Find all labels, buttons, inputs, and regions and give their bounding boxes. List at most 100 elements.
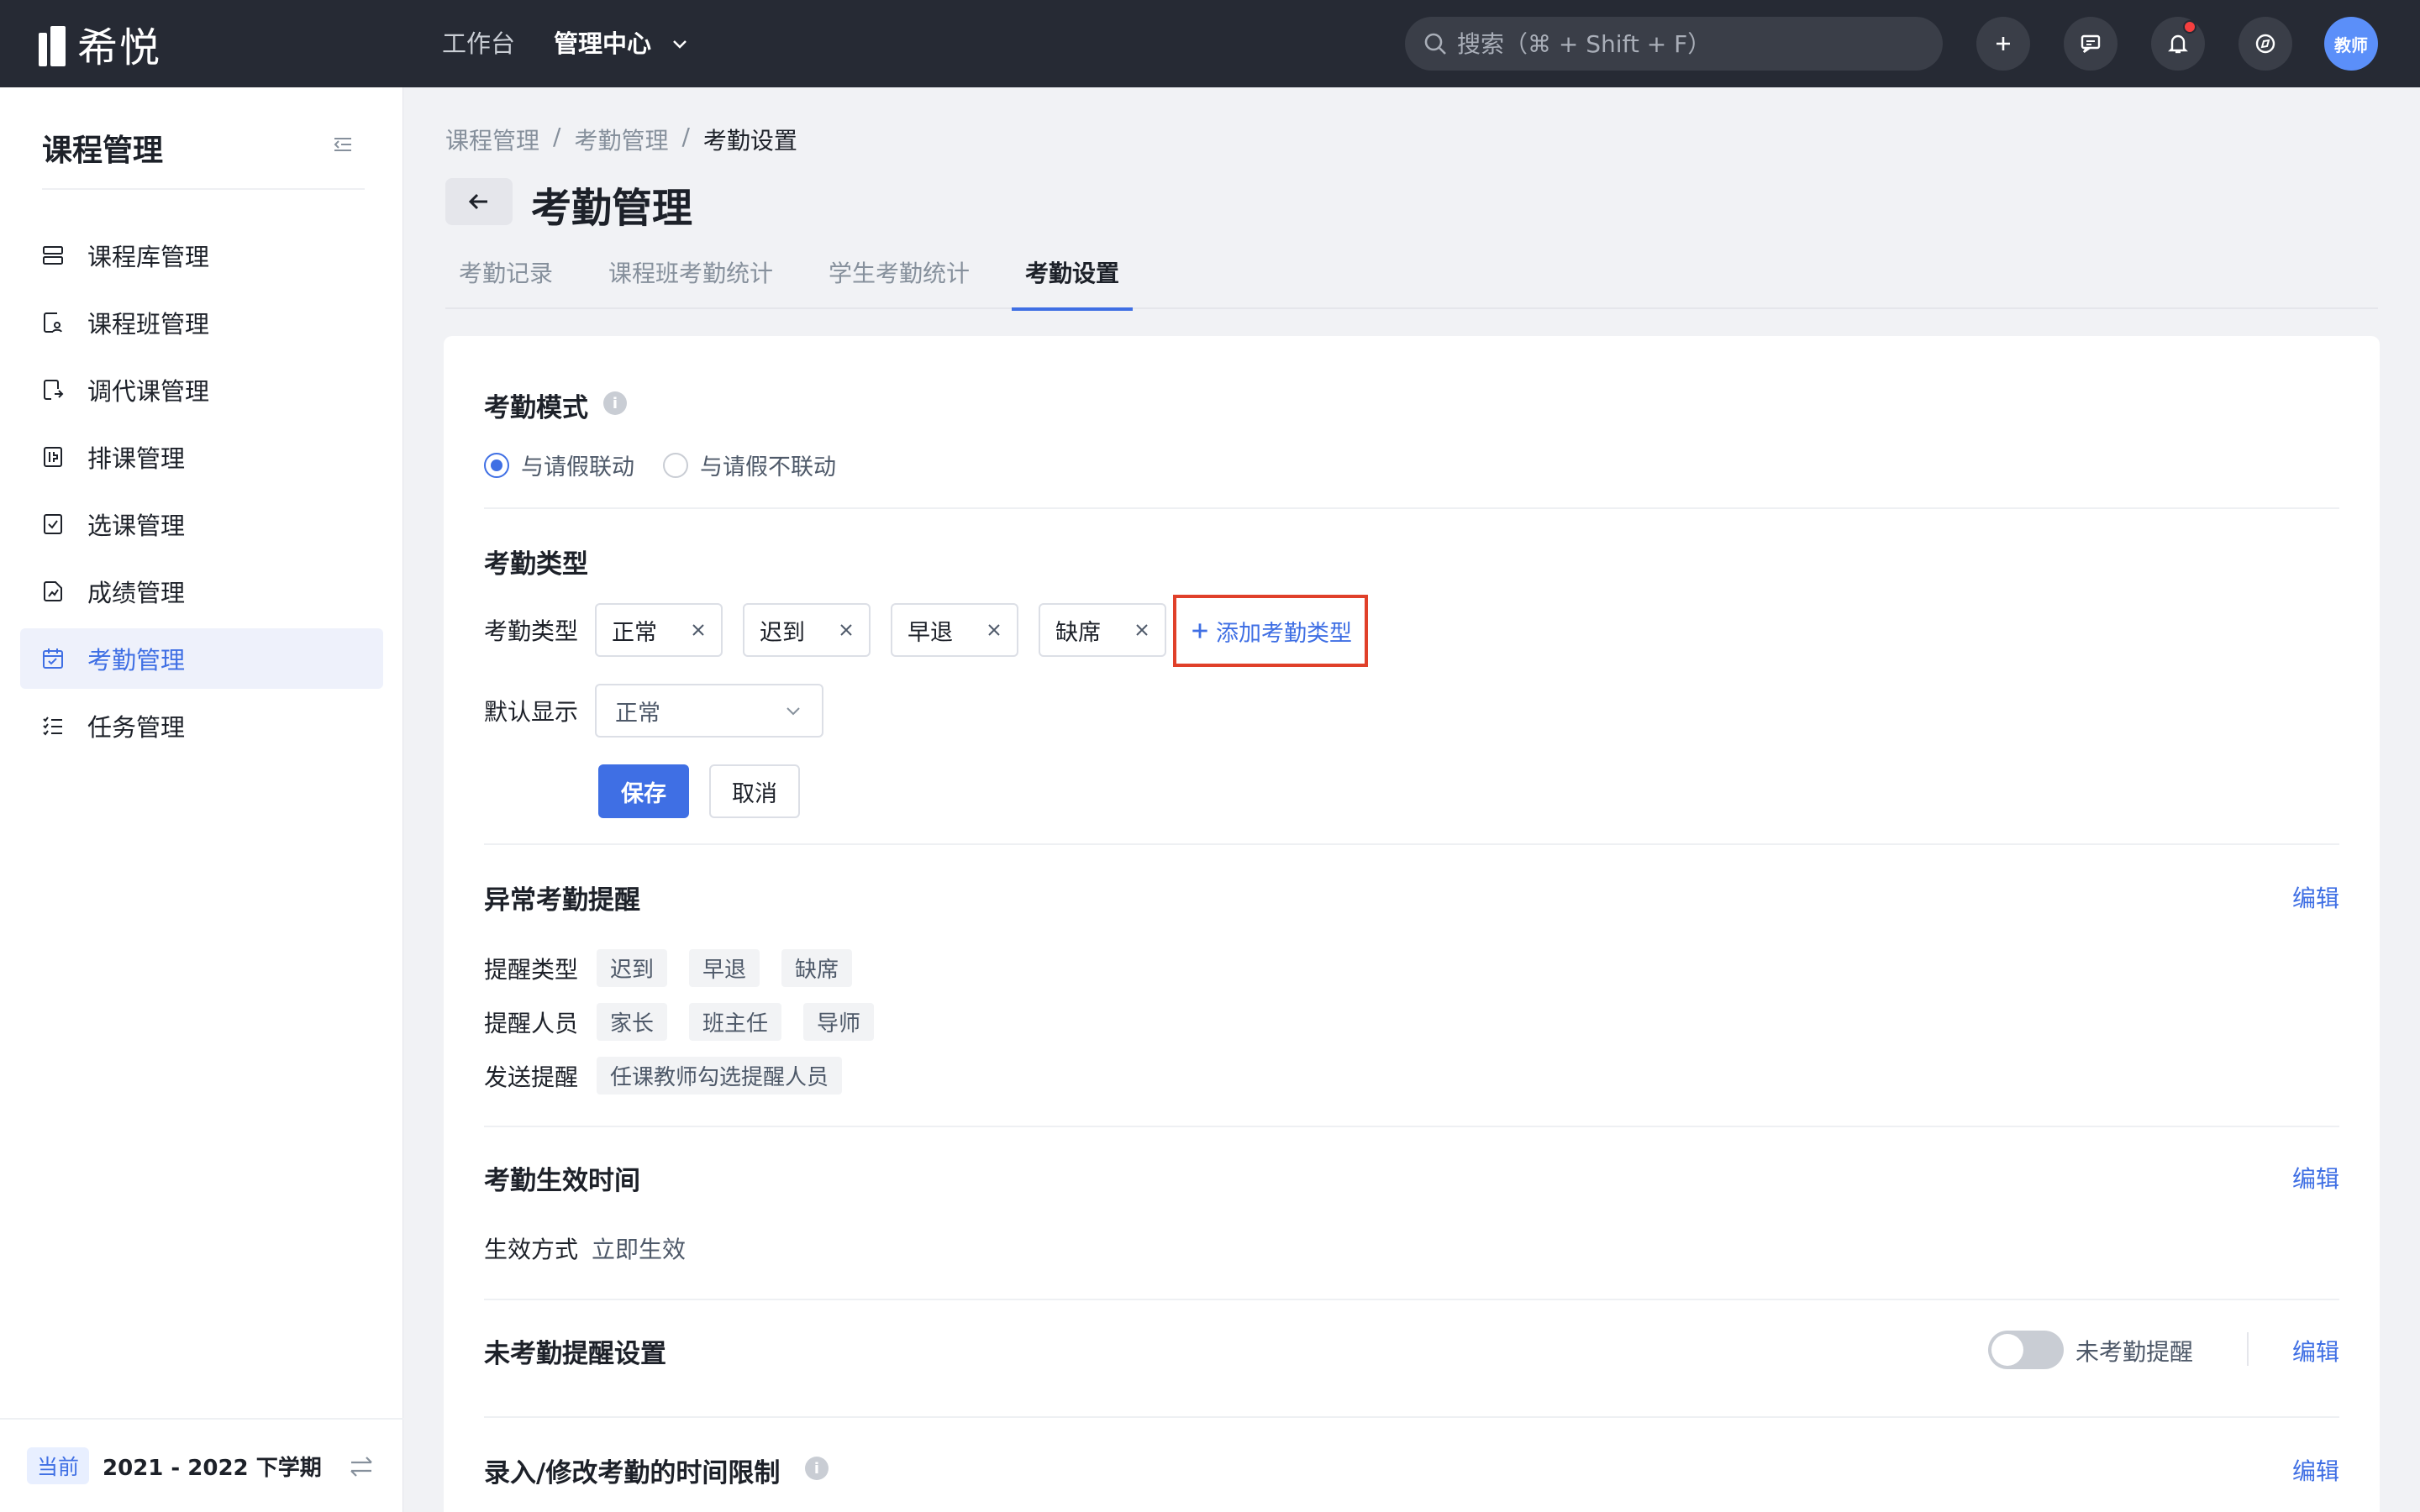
class-icon: [44, 312, 62, 333]
edit-unchecked-link[interactable]: 编辑: [2292, 1334, 2339, 1368]
calendar-check-icon: [43, 648, 63, 669]
notification-dot: [2183, 20, 2196, 34]
breadcrumb-current: 考勤设置: [702, 127, 797, 155]
cancel-button[interactable]: 取消: [709, 764, 800, 818]
effective-mode-row: 生效方式 立即生效: [484, 1231, 704, 1265]
search-input[interactable]: [1457, 29, 1928, 58]
sidebar-item-label: 排课管理: [87, 444, 186, 473]
sidebar: 课程管理 课程库管理 课程班管理 调代课管理 排课管理 选课管理 成绩管理 考勤…: [0, 87, 403, 1512]
sidebar-item-schedule[interactable]: 排课管理: [20, 427, 383, 487]
type-tag-text: 正常: [612, 619, 657, 646]
info-icon[interactable]: i: [603, 391, 627, 415]
tab-bar: 考勤记录 课程班考勤统计 学生考勤统计 考勤设置: [445, 249, 2378, 311]
type-tag-text: 迟到: [760, 619, 805, 646]
edit-time-limit-link[interactable]: 编辑: [2292, 1453, 2339, 1487]
tab-attendance-records[interactable]: 考勤记录: [445, 249, 566, 309]
nav-admin-center[interactable]: 管理中心: [554, 25, 651, 62]
close-icon[interactable]: [689, 621, 708, 639]
type-tag-text: 缺席: [1055, 619, 1101, 646]
send-remind-row: 发送提醒 任课教师勾选提醒人员: [484, 1057, 864, 1095]
bell-icon: [2168, 34, 2188, 54]
task-list-icon: [43, 717, 62, 736]
save-button[interactable]: 保存: [598, 764, 689, 818]
radio-linked-label[interactable]: 与请假联动: [521, 449, 634, 481]
select-course-icon: [44, 514, 62, 534]
collapse-sidebar-icon[interactable]: [329, 131, 356, 158]
close-icon[interactable]: [837, 621, 855, 639]
radio-unlinked[interactable]: [663, 452, 688, 478]
unchecked-reminder-toggle[interactable]: [1988, 1331, 2064, 1369]
nav-workbench[interactable]: 工作台: [442, 25, 515, 62]
notifications-button[interactable]: [2151, 17, 2205, 71]
arrow-left-icon: [468, 193, 487, 210]
top-nav: 工作台 管理中心: [442, 25, 690, 62]
send-remind-chip: 任课教师勾选提醒人员: [597, 1057, 843, 1095]
remind-type-chip: 迟到: [597, 949, 668, 987]
global-search[interactable]: [1405, 17, 1943, 71]
plus-icon: [1996, 37, 2010, 50]
back-button[interactable]: [445, 178, 513, 225]
select-value: 正常: [615, 700, 660, 727]
remind-type-chip: 缺席: [781, 949, 853, 987]
sidebar-item-grade[interactable]: 成绩管理: [20, 561, 383, 622]
course-library-icon: [43, 246, 63, 265]
effective-mode-value: 立即生效: [592, 1236, 687, 1263]
settings-card: 考勤模式 i 与请假联动 与请假不联动 考勤类型 考勤类型 正常 迟到 早退 缺…: [444, 336, 2380, 1512]
remind-type-chip: 早退: [689, 949, 760, 987]
sidebar-item-class[interactable]: 课程班管理: [20, 292, 383, 353]
section-title-time-limit: 录入/修改考勤的时间限制: [484, 1458, 781, 1488]
sidebar-item-label: 成绩管理: [87, 579, 186, 607]
edit-effective-link[interactable]: 编辑: [2292, 1161, 2339, 1194]
breadcrumb-separator: /: [553, 123, 561, 150]
sidebar-title: 课程管理: [42, 134, 164, 168]
sidebar-item-substitute[interactable]: 调代课管理: [20, 360, 383, 420]
compass-icon: [2255, 34, 2275, 54]
chevron-down-icon[interactable]: [670, 34, 690, 54]
schedule-icon: [44, 447, 62, 467]
sidebar-item-course-library[interactable]: 课程库管理: [20, 225, 383, 286]
tab-student-stats[interactable]: 学生考勤统计: [815, 249, 983, 309]
add-button[interactable]: [1976, 17, 2030, 71]
default-display-label: 默认显示: [484, 698, 579, 726]
user-avatar[interactable]: 教师: [2324, 17, 2378, 71]
remind-people-chip: 导师: [803, 1003, 875, 1041]
tab-attendance-settings[interactable]: 考勤设置: [1012, 249, 1134, 311]
info-icon[interactable]: i: [805, 1457, 829, 1480]
sidebar-item-task[interactable]: 任务管理: [20, 696, 383, 756]
type-tag-text: 早退: [908, 619, 953, 646]
type-tag-late: 迟到: [743, 603, 871, 657]
app-logo[interactable]: 希悦: [39, 20, 161, 71]
sidebar-item-attendance[interactable]: 考勤管理: [20, 628, 383, 689]
breadcrumb-separator: /: [681, 123, 690, 150]
edit-abnormal-link[interactable]: 编辑: [2292, 880, 2339, 914]
switch-icon[interactable]: [346, 1452, 376, 1482]
section-divider: [484, 1416, 2339, 1418]
close-icon[interactable]: [1133, 621, 1151, 639]
remind-people-label: 提醒人员: [484, 1009, 579, 1037]
logo-text: 希悦: [77, 24, 162, 71]
sidebar-item-label: 任务管理: [87, 713, 186, 742]
chevron-down-icon: [786, 707, 800, 716]
types-label: 考勤类型: [484, 617, 579, 645]
top-bar: 希悦 工作台 管理中心 教师: [0, 0, 2420, 87]
mode-radio-group: 与请假联动 与请假不联动: [484, 449, 836, 481]
sidebar-item-select-course[interactable]: 选课管理: [20, 494, 383, 554]
close-icon[interactable]: [985, 621, 1003, 639]
radio-unlinked-label[interactable]: 与请假不联动: [700, 449, 836, 481]
breadcrumb-item[interactable]: 课程管理: [445, 123, 539, 156]
tab-class-stats[interactable]: 课程班考勤统计: [595, 249, 786, 309]
term-label: 2021 - 2022 下学期: [103, 1455, 322, 1481]
remind-people-chip: 家长: [597, 1003, 668, 1041]
app-switch-button[interactable]: [2238, 17, 2292, 71]
radio-linked[interactable]: [484, 452, 509, 478]
breadcrumb-item[interactable]: 考勤管理: [574, 123, 668, 156]
remind-type-row: 提醒类型 迟到 早退 缺席: [484, 949, 874, 987]
default-display-select[interactable]: 正常: [595, 684, 823, 738]
toggle-label: 未考勤提醒: [2075, 1338, 2194, 1366]
search-icon: [1424, 33, 1446, 55]
add-attendance-type-button[interactable]: 添加考勤类型: [1173, 595, 1368, 667]
term-selector[interactable]: 当前 2021 - 2022 下学期: [0, 1418, 403, 1512]
messages-button[interactable]: [2064, 17, 2118, 71]
section-title-effective: 考勤生效时间: [484, 1166, 640, 1196]
sidebar-menu: 课程库管理 课程班管理 调代课管理 排课管理 选课管理 成绩管理 考勤管理 任务…: [20, 225, 383, 763]
